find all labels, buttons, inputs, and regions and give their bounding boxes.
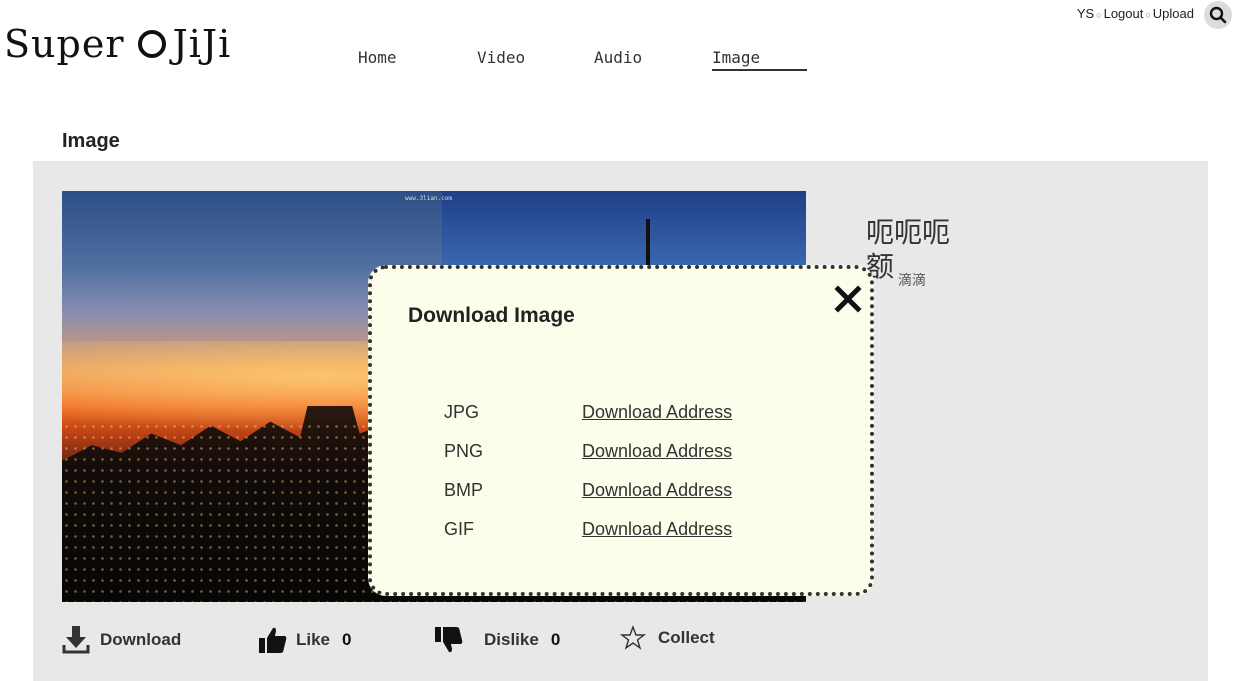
- thumbs-down-icon: [435, 627, 463, 653]
- download-icon: [62, 626, 90, 654]
- dislike-count: 0: [550, 630, 561, 649]
- format-label-png: PNG: [444, 441, 484, 461]
- like-button[interactable]: Like 0: [258, 625, 352, 655]
- modal-title: Download Image: [408, 304, 575, 327]
- download-label: Download: [100, 630, 182, 649]
- download-link-bmp[interactable]: Download Address: [582, 480, 732, 501]
- nav-video[interactable]: Video: [477, 48, 525, 67]
- logo-text-left: Super: [4, 22, 125, 66]
- separator-dot-icon: ○: [1145, 10, 1151, 20]
- nav-image[interactable]: Image: [712, 48, 807, 71]
- star-outline-icon: [620, 625, 646, 650]
- nav-home[interactable]: Home: [358, 48, 397, 67]
- download-link-png[interactable]: Download Address: [582, 441, 732, 462]
- search-icon: [1209, 6, 1227, 24]
- download-link-jpg[interactable]: Download Address: [582, 402, 732, 423]
- section-title: Image: [62, 130, 120, 152]
- logout-link[interactable]: Logout: [1104, 6, 1144, 21]
- thumbs-up-icon: [259, 627, 287, 653]
- separator-dot-icon: ○: [1096, 10, 1102, 20]
- like-label: Like: [296, 630, 331, 649]
- close-button[interactable]: [832, 283, 864, 315]
- dislike-label: Dislike: [484, 630, 539, 649]
- user-bar: YS ○ Logout ○ Upload: [1077, 6, 1194, 21]
- format-label-bmp: BMP: [444, 480, 484, 500]
- download-button[interactable]: Download: [62, 625, 181, 655]
- collect-label: Collect: [658, 628, 715, 647]
- logo-ring-icon: [138, 30, 167, 58]
- close-icon: [834, 285, 862, 313]
- search-button[interactable]: [1204, 1, 1232, 29]
- image-description: 滴滴: [898, 273, 926, 289]
- image-watermark: www.3lian.com: [405, 195, 452, 202]
- format-label-jpg: JPG: [444, 402, 480, 422]
- download-link-gif[interactable]: Download Address: [582, 519, 732, 540]
- dislike-button[interactable]: Dislike 0: [434, 625, 560, 655]
- user-name[interactable]: YS: [1077, 6, 1094, 21]
- collect-button[interactable]: Collect: [620, 625, 715, 651]
- format-label-gif: GIF: [444, 519, 474, 539]
- logo-text-right: JiJi: [172, 22, 232, 66]
- upload-link[interactable]: Upload: [1153, 6, 1194, 21]
- like-count: 0: [342, 630, 352, 649]
- download-modal: Download Image JPG Download Address PNG …: [368, 265, 874, 596]
- site-logo[interactable]: Super JiJi: [4, 22, 231, 66]
- nav-audio[interactable]: Audio: [594, 48, 642, 67]
